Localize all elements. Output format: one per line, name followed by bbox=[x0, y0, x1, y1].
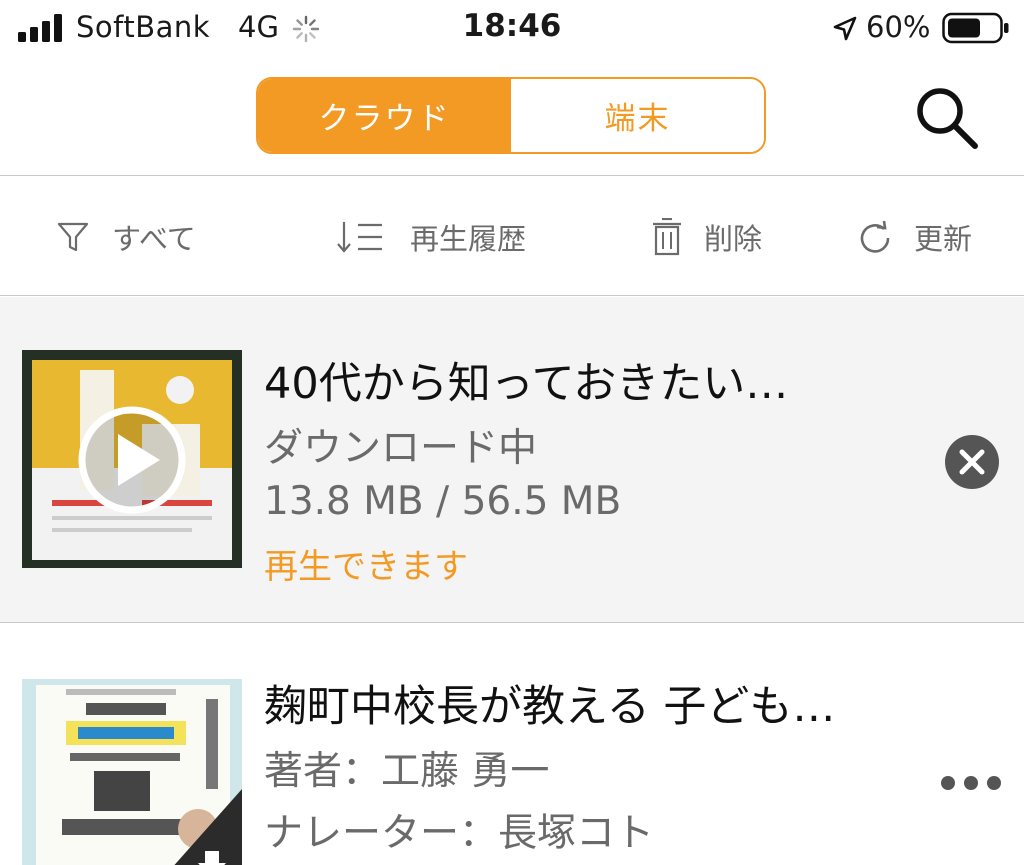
delete-label: 削除 bbox=[704, 222, 763, 256]
more-icon[interactable] bbox=[932, 770, 1010, 796]
sort-history-button[interactable]: 再生履歴 bbox=[336, 215, 526, 259]
sort-icon bbox=[337, 222, 382, 253]
list-toolbar: すべて 再生履歴 削除 更新 bbox=[0, 177, 1024, 296]
network-type: 4G bbox=[238, 10, 279, 44]
refresh-button[interactable]: 更新 bbox=[858, 215, 972, 259]
refresh-icon bbox=[860, 220, 890, 253]
carrier-name: SoftBank bbox=[76, 10, 211, 44]
filter-all-button[interactable]: すべて bbox=[56, 215, 196, 259]
audiobook-list: 40代から知っておきたい… ダウンロード中 13.8 MB / 56.5 MB … bbox=[0, 297, 1024, 865]
battery-icon bbox=[942, 12, 1009, 44]
download-progress-text: 13.8 MB / 56.5 MB bbox=[264, 479, 622, 524]
list-item[interactable]: 40代から知っておきたい… ダウンロード中 13.8 MB / 56.5 MB … bbox=[0, 297, 1024, 623]
book-cover-art bbox=[22, 350, 242, 568]
loading-spinner-icon bbox=[292, 15, 320, 43]
book-cover[interactable] bbox=[22, 679, 242, 865]
list-item[interactable]: 麹町中校長が教える 子ども… 著者：工藤 勇一 ナレーター：長塚コト bbox=[0, 624, 1024, 865]
clock-time: 18:46 bbox=[462, 8, 562, 44]
download-status: ダウンロード中 bbox=[264, 426, 538, 471]
sort-history-label: 再生履歴 bbox=[410, 222, 527, 256]
battery-percent: 60% bbox=[866, 10, 931, 44]
filter-icon bbox=[57, 222, 89, 252]
playable-note: 再生できます bbox=[264, 547, 468, 587]
signal-bars-icon bbox=[18, 14, 62, 42]
book-title: 40代から知っておきたい… bbox=[264, 359, 789, 409]
book-cover-art bbox=[22, 679, 242, 865]
segment-cloud[interactable]: クラウド bbox=[258, 79, 511, 152]
filter-all-label: すべて bbox=[112, 222, 196, 256]
status-bar: SoftBank 4G 18:46 60% bbox=[0, 0, 1024, 58]
cancel-download-icon[interactable] bbox=[944, 434, 1000, 490]
location-arrow-icon bbox=[833, 16, 857, 41]
book-title: 麹町中校長が教える 子ども… bbox=[264, 682, 836, 732]
book-narrator: ナレーター：長塚コト bbox=[264, 811, 655, 856]
refresh-label: 更新 bbox=[914, 222, 973, 256]
nav-header: クラウド 端末 bbox=[0, 58, 1024, 176]
source-segmented-control: クラウド 端末 bbox=[256, 77, 766, 154]
search-icon[interactable] bbox=[912, 84, 984, 150]
segment-device[interactable]: 端末 bbox=[511, 79, 764, 152]
book-author: 著者：工藤 勇一 bbox=[264, 749, 550, 794]
delete-button[interactable]: 削除 bbox=[652, 215, 762, 259]
book-cover[interactable] bbox=[22, 350, 242, 568]
trash-icon bbox=[653, 218, 681, 256]
